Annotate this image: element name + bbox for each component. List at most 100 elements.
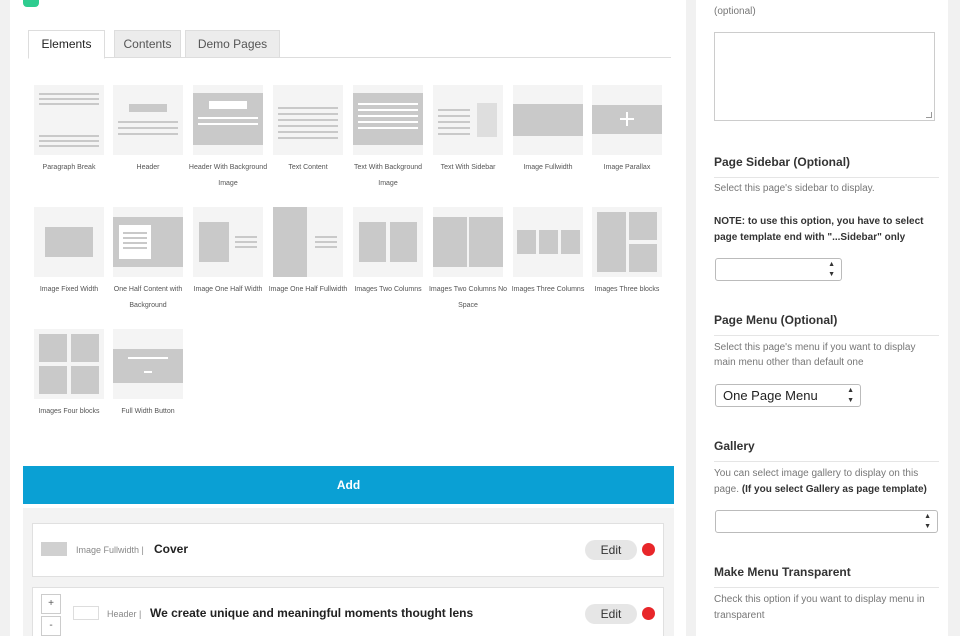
element-label: Text With Sidebar <box>440 164 496 171</box>
element-label: Paragraph Break <box>42 164 96 171</box>
image-half-fullwidth-icon <box>273 207 343 277</box>
header-icon <box>73 606 99 620</box>
element-images-four-blocks[interactable]: Images Four blocks <box>34 329 104 420</box>
element-image-half-fullwidth[interactable]: Image One Half Fullwidth <box>269 207 347 298</box>
page-sidebar-note: page template end with "...Sidebar" only <box>714 232 906 243</box>
element-text-background[interactable]: Text With Background Image <box>353 85 423 192</box>
gallery-select[interactable]: ▲ ▼ <box>715 510 938 533</box>
element-paragraph-break[interactable]: Paragraph Break <box>34 85 104 176</box>
gallery-desc-bold: (If you select Gallery as page template) <box>741 484 927 495</box>
half-content-background-icon <box>113 207 183 277</box>
paragraph-break-icon <box>34 85 104 155</box>
element-label: Image Fullwidth <box>523 164 573 171</box>
description-textarea[interactable] <box>714 32 935 121</box>
resize-grip-icon[interactable] <box>926 112 932 118</box>
add-button[interactable]: Add <box>23 466 674 504</box>
element-images-three-blocks[interactable]: Images Three blocks <box>592 207 662 298</box>
transparent-menu-heading: Make Menu Transparent <box>714 565 939 588</box>
element-images-two-columns-nospace[interactable]: Images Two Columns No Space <box>429 207 507 314</box>
element-image-fixed-width[interactable]: Image Fixed Width <box>34 207 104 298</box>
tab-contents[interactable]: Contents <box>114 30 181 58</box>
element-image-half-width[interactable]: Image One Half Width <box>193 207 263 298</box>
element-image-fullwidth[interactable]: Image Fullwidth <box>513 85 583 176</box>
images-three-columns-icon <box>513 207 583 277</box>
optional-note: (optional) <box>714 6 756 17</box>
gallery-desc: page. (If you select Gallery as page tem… <box>714 482 944 498</box>
move-down-button[interactable]: - <box>41 616 61 636</box>
element-label: Image One Half Width <box>193 286 263 293</box>
tab-elements[interactable]: Elements <box>28 30 105 59</box>
page-menu-desc: main menu other than default one <box>714 357 864 368</box>
element-images-three-columns[interactable]: Images Three Columns <box>512 207 584 298</box>
image-fixed-width-icon <box>34 207 104 277</box>
select-value: One Page Menu <box>723 388 818 403</box>
element-label: Images Two Columns No Space <box>428 286 508 309</box>
edit-button[interactable]: Edit <box>585 540 637 560</box>
select-arrows-icon: ▲ ▼ <box>847 387 854 404</box>
page-menu-desc: Select this page's menu if you want to d… <box>714 342 916 353</box>
gallery-desc: You can select image gallery to display … <box>714 468 919 479</box>
delete-button[interactable] <box>642 543 655 556</box>
transparent-menu-desc: transparent <box>714 610 765 621</box>
images-two-columns-icon <box>353 207 423 277</box>
status-badge <box>23 0 39 7</box>
element-label: Header <box>136 164 160 171</box>
row-title: Cover <box>154 542 189 556</box>
text-background-icon <box>353 85 423 155</box>
page-sidebar-heading: Page Sidebar (Optional) <box>714 155 939 178</box>
page-sidebar-select[interactable]: ▲ ▼ <box>715 258 842 281</box>
images-two-columns-nospace-icon <box>433 207 503 277</box>
row-type: Image Fullwidth | <box>76 545 144 555</box>
header-icon <box>113 85 183 155</box>
image-parallax-icon <box>592 85 662 155</box>
images-four-blocks-icon <box>34 329 104 399</box>
element-label: Image Parallax <box>603 164 651 171</box>
element-label: Images Four blocks <box>38 408 100 415</box>
element-header-background[interactable]: Header With Background Image <box>189 85 267 192</box>
element-full-width-button[interactable]: Full Width Button <box>113 329 183 420</box>
element-label: Header With Background Image <box>188 164 268 187</box>
row-title: We create unique and meaningful moments … <box>150 606 474 620</box>
element-label: Images Three Columns <box>511 286 585 293</box>
select-arrows-icon: ▲ ▼ <box>828 261 835 278</box>
select-arrows-icon: ▲ ▼ <box>924 513 931 530</box>
element-label: Text Content <box>288 164 328 171</box>
content-row[interactable]: Image Fullwidth | Cover Edit <box>32 523 664 577</box>
element-label: Image One Half Fullwidth <box>268 286 348 293</box>
gallery-desc-text: page. <box>714 484 740 495</box>
transparent-menu-desc: Check this option if you want to display… <box>714 594 925 605</box>
full-width-button-icon <box>113 329 183 399</box>
element-label: Full Width Button <box>121 408 175 415</box>
element-label: Text With Background Image <box>353 164 423 187</box>
page-sidebar-note: NOTE: to use this option, you have to se… <box>714 216 924 227</box>
tab-demo-pages[interactable]: Demo Pages <box>185 30 280 58</box>
content-row[interactable]: + - Header | We create unique and meanin… <box>32 587 664 636</box>
delete-button[interactable] <box>642 607 655 620</box>
row-type: Header | <box>107 609 142 619</box>
images-three-blocks-icon <box>592 207 662 277</box>
content-list: Image Fullwidth | Cover Edit + - Header … <box>23 508 674 636</box>
element-label: Image Fixed Width <box>39 286 99 293</box>
element-image-parallax[interactable]: Image Parallax <box>592 85 662 176</box>
builder-tabs: Elements Contents Demo Pages <box>28 30 671 59</box>
image-fullwidth-icon <box>41 542 67 556</box>
element-half-content-background[interactable]: One Half Content with Background <box>113 207 183 314</box>
element-images-two-columns[interactable]: Images Two Columns <box>353 207 423 298</box>
element-header[interactable]: Header <box>113 85 183 176</box>
page-menu-heading: Page Menu (Optional) <box>714 313 939 336</box>
element-text-content[interactable]: Text Content <box>273 85 343 176</box>
header-background-icon <box>193 85 263 155</box>
edit-button[interactable]: Edit <box>585 604 637 624</box>
text-sidebar-icon <box>433 85 503 155</box>
element-text-sidebar[interactable]: Text With Sidebar <box>433 85 503 176</box>
image-fullwidth-icon <box>513 85 583 155</box>
element-label: Images Three blocks <box>594 286 660 293</box>
page-sidebar-desc: Select this page's sidebar to display. <box>714 183 875 194</box>
page-menu-select[interactable]: One Page Menu ▲ ▼ <box>715 384 861 407</box>
element-label: Images Two Columns <box>354 286 422 293</box>
gallery-heading: Gallery <box>714 439 939 462</box>
move-up-button[interactable]: + <box>41 594 61 614</box>
element-label: One Half Content with Background <box>113 286 183 309</box>
image-half-width-icon <box>193 207 263 277</box>
text-content-icon <box>273 85 343 155</box>
